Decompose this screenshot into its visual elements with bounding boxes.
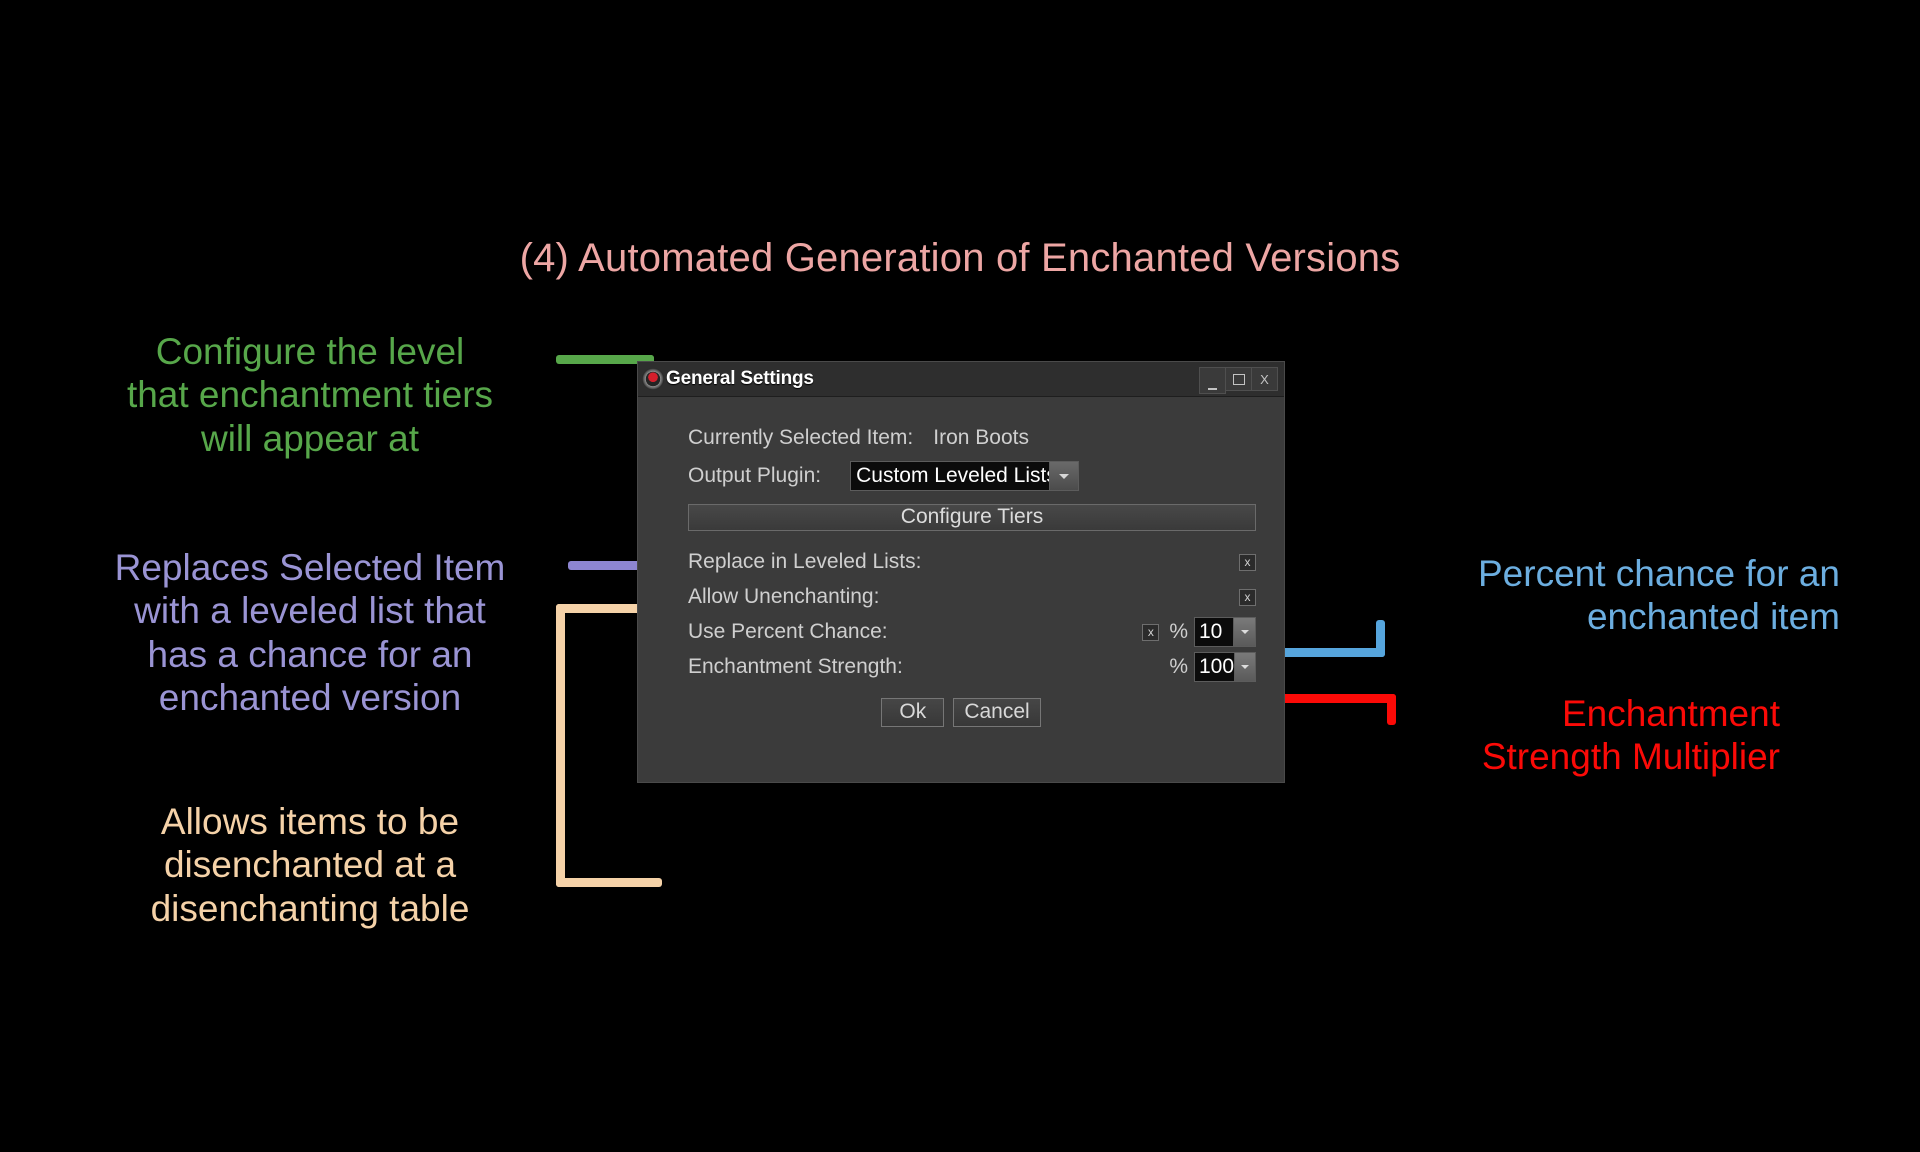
maximize-icon <box>1232 373 1245 385</box>
dialog-title: General Settings <box>666 368 814 389</box>
cancel-button[interactable]: Cancel <box>953 697 1041 727</box>
annotation-line: Enchantment <box>1561 693 1780 734</box>
percent-symbol: % <box>1169 655 1188 678</box>
annotation-replace-in-leveled-lists: Replaces Selected Item with a leveled li… <box>55 546 565 719</box>
percent-symbol: % <box>1169 620 1188 643</box>
chevron-down-icon[interactable] <box>1049 462 1079 490</box>
configure-tiers-button[interactable]: Configure Tiers <box>688 503 1256 531</box>
page-title: (4) Automated Generation of Enchanted Ve… <box>519 236 1401 280</box>
annotation-line: enchanted item <box>1586 596 1840 638</box>
row-dialog-buttons: Ok Cancel <box>638 695 1284 729</box>
enchantment-strength-value[interactable]: 100 <box>1195 653 1235 681</box>
use-percent-chance-value[interactable]: 10 <box>1195 618 1233 646</box>
replace-in-leveled-lists-checkbox[interactable]: x <box>1239 553 1256 571</box>
annotation-line: that enchantment tiers <box>126 374 494 416</box>
dialog-titlebar[interactable]: General Settings X <box>638 362 1284 397</box>
minimize-icon <box>1208 388 1217 390</box>
row-use-percent-chance: Use Percent Chance: x % 10 <box>688 615 1256 649</box>
annotation-line: Percent chance for an <box>1478 553 1840 594</box>
general-settings-dialog: General Settings X Currently Selected It… <box>638 362 1284 782</box>
ok-button[interactable]: Ok <box>881 697 945 727</box>
connector-tan-segment-1 <box>556 878 662 887</box>
annotation-configure-tiers: Configure the level that enchantment tie… <box>60 330 560 460</box>
annotation-line: Replaces Selected Item <box>114 547 506 588</box>
allow-unenchanting-label: Allow Unenchanting: <box>688 585 880 608</box>
annotation-line: will appear at <box>200 417 419 459</box>
row-replace-in-leveled-lists: Replace in Leveled Lists: x <box>688 545 1256 579</box>
use-percent-chance-label: Use Percent Chance: <box>688 620 888 643</box>
allow-unenchanting-checkbox[interactable]: x <box>1239 588 1256 606</box>
annotation-line: Configure the level <box>155 331 465 372</box>
annotation-enchantment-strength: Enchantment Strength Multiplier <box>1330 692 1780 779</box>
annotation-line: disenchanting table <box>150 887 470 929</box>
maximize-button[interactable] <box>1225 367 1252 391</box>
annotation-line: enchanted version <box>158 676 462 718</box>
skyrim-dragon-icon <box>642 368 664 390</box>
minimize-button[interactable] <box>1199 367 1226 394</box>
annotation-line: with a leveled list that <box>134 590 486 632</box>
output-plugin-select[interactable]: Custom Leveled Lists.esp <box>850 461 1080 491</box>
replace-in-leveled-lists-label: Replace in Leveled Lists: <box>688 550 922 573</box>
output-plugin-value: Custom Leveled Lists.esp <box>851 462 1050 490</box>
selected-item-value: Iron Boots <box>933 426 1029 449</box>
annotation-percent-chance: Percent chance for an enchanted item <box>1330 552 1840 639</box>
annotation-line: disenchanted at a <box>163 844 457 886</box>
chevron-down-icon[interactable] <box>1233 618 1255 646</box>
output-plugin-label: Output Plugin: <box>688 464 822 487</box>
row-selected-item: Currently Selected Item: Iron Boots <box>688 421 1284 455</box>
annotation-allow-unenchanting: Allows items to be disenchanted at a dis… <box>60 800 560 930</box>
annotation-line: Strength Multiplier <box>1481 736 1780 778</box>
annotation-line: has a chance for an <box>147 633 473 675</box>
use-percent-chance-stepper[interactable]: 10 <box>1194 617 1256 647</box>
row-enchantment-strength: Enchantment Strength: % 100 <box>688 650 1256 684</box>
row-output-plugin: Output Plugin: Custom Leveled Lists.esp <box>688 459 1284 493</box>
annotation-line: Allows items to be <box>160 801 460 842</box>
enchantment-strength-stepper[interactable]: 100 <box>1194 652 1256 682</box>
chevron-down-icon[interactable] <box>1234 653 1255 681</box>
close-button[interactable]: X <box>1251 367 1278 391</box>
selected-item-label: Currently Selected Item: <box>688 426 914 449</box>
row-configure-tiers: Configure Tiers <box>688 500 1256 534</box>
window-controls: X <box>1199 367 1278 394</box>
enchantment-strength-label: Enchantment Strength: <box>688 655 903 678</box>
use-percent-chance-checkbox[interactable]: x <box>1142 623 1160 641</box>
row-allow-unenchanting: Allow Unenchanting: x <box>688 580 1256 614</box>
